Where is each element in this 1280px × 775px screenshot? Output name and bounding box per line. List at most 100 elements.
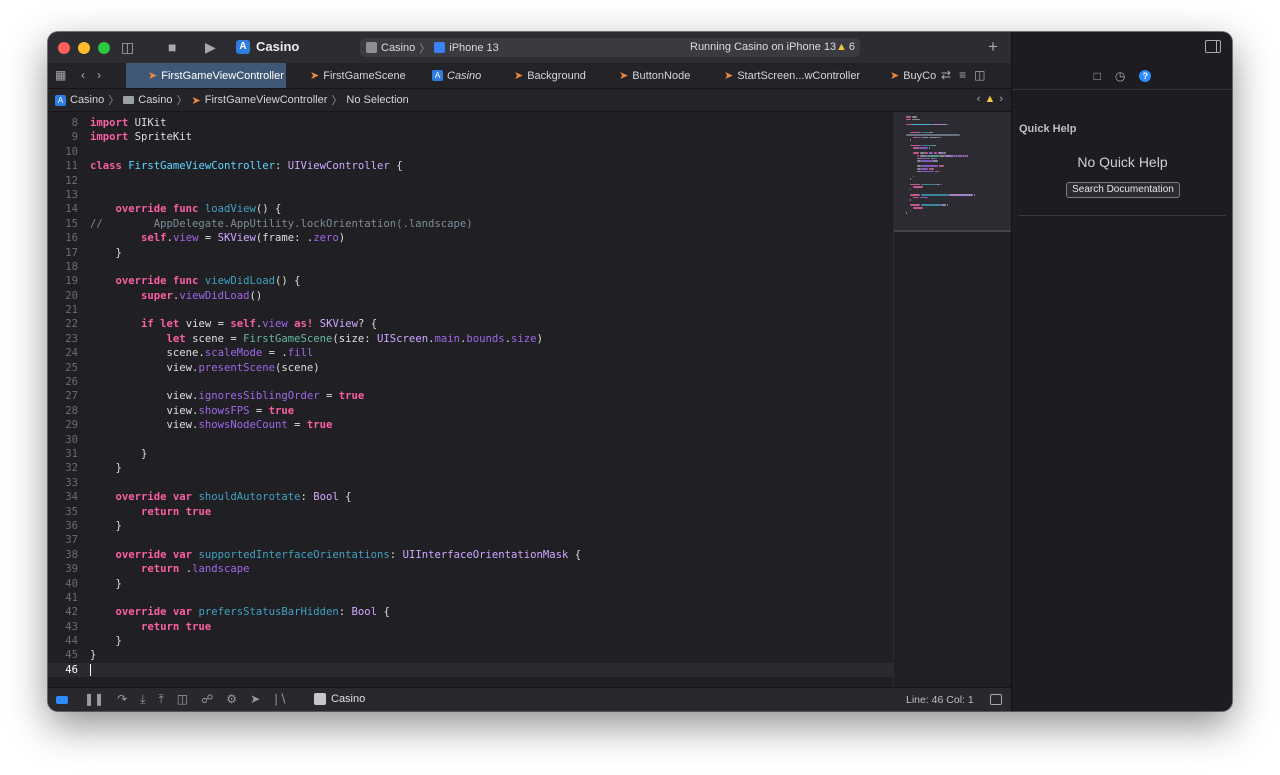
code-line[interactable]: 8 import UIKit [48, 116, 893, 130]
code-line[interactable]: 40 } [48, 577, 893, 591]
related-items-icon[interactable]: ⇄ [941, 68, 951, 82]
code-line[interactable]: 39 return .landscape [48, 562, 893, 576]
warning-icon[interactable]: ▲ [984, 93, 995, 105]
swift-file-icon: ➤ [310, 70, 320, 82]
breadcrumb-folder[interactable]: Casino [123, 94, 173, 106]
search-documentation-button[interactable]: Search Documentation [1066, 182, 1180, 198]
code-line[interactable]: 36 } [48, 519, 893, 533]
add-editor-icon[interactable]: ◫ [974, 68, 985, 82]
code-line[interactable]: 13 [48, 188, 893, 202]
code-line[interactable]: 42 override var prefersStatusBarHidden: … [48, 605, 893, 619]
code-line[interactable]: 18 [48, 260, 893, 274]
code-line[interactable]: 35 return true [48, 505, 893, 519]
code-line[interactable]: 25 view.presentScene(scene) [48, 361, 893, 375]
code-line[interactable]: 41 [48, 591, 893, 605]
breadcrumb-file[interactable]: ➤ FirstGameViewController [192, 94, 328, 107]
plus-icon[interactable]: + [988, 37, 998, 57]
tab-background[interactable]: ➤ Background [492, 63, 592, 88]
next-issue-icon[interactable]: › [999, 93, 1003, 105]
code-line[interactable]: 26 [48, 375, 893, 389]
code-line[interactable]: 20 super.viewDidLoad() [48, 289, 893, 303]
tab-buttonnode[interactable]: ➤ ButtonNode [597, 63, 697, 88]
editor-options-icon[interactable]: ≡ [959, 68, 966, 82]
location-icon[interactable]: ➤ [250, 692, 260, 707]
code-line[interactable]: 27 view.ignoresSiblingOrder = true [48, 389, 893, 403]
minimap-viewport[interactable] [894, 112, 1012, 232]
code-line[interactable]: 29 view.showsNodeCount = true [48, 418, 893, 432]
code-line[interactable]: 30 [48, 433, 893, 447]
step-into-icon[interactable]: ⤓ [140, 692, 145, 707]
breadcrumb-project[interactable]: A Casino [55, 94, 104, 106]
breadcrumb-selection[interactable]: No Selection [346, 94, 408, 106]
line-number: 41 [65, 591, 78, 604]
minimap[interactable] [893, 112, 1012, 687]
debug-target[interactable]: Casino [314, 693, 365, 705]
minimap-line [940, 165, 944, 167]
code-line[interactable]: 9 import SpriteKit [48, 130, 893, 144]
environment-icon[interactable]: ⚙ [226, 692, 237, 707]
warning-indicator[interactable]: ▲ 6 [836, 41, 855, 53]
inspector-toggle-icon[interactable] [1205, 40, 1221, 53]
code-line[interactable]: 43 return true [48, 620, 893, 634]
source-editor[interactable]: 8 import UIKit 9 import SpriteKit 10 11 class … [48, 112, 893, 687]
code-line[interactable]: 19 override func viewDidLoad() { [48, 274, 893, 288]
code-line[interactable]: 33 [48, 476, 893, 490]
code-line[interactable]: 31 } [48, 447, 893, 461]
code-line[interactable]: 14 override func loadView() { [48, 202, 893, 216]
zoom-window-button[interactable] [98, 42, 110, 54]
stop-icon[interactable]: ■ [168, 39, 176, 55]
back-icon[interactable]: ‹ [81, 68, 85, 82]
code-line[interactable]: 28 view.showsFPS = true [48, 404, 893, 418]
code-lines[interactable]: 8 import UIKit 9 import SpriteKit 10 11 class … [48, 116, 893, 678]
history-icon[interactable]: ◷ [1115, 69, 1125, 83]
instruments-icon[interactable]: ∣∖ [273, 692, 287, 707]
debug-toggle-icon[interactable] [56, 696, 68, 704]
view-debugger-icon[interactable]: ◫ [177, 692, 188, 707]
code-token: (size: [332, 332, 378, 345]
file-inspector-icon[interactable]: □ [1094, 69, 1101, 83]
code-line[interactable]: 37 [48, 533, 893, 547]
tab-startscreenviewcontroller[interactable]: ➤ StartScreen...wController [702, 63, 862, 88]
step-over-icon[interactable]: ↷ [117, 692, 127, 707]
run-icon[interactable]: ▶ [205, 39, 216, 55]
minimap-line [932, 144, 936, 147]
close-window-button[interactable] [58, 42, 70, 54]
quick-help-icon[interactable]: ? [1139, 70, 1152, 82]
code-line[interactable]: 15 // AppDelegate.AppUtility.lockOrientat… [48, 217, 893, 231]
code-line[interactable]: 21 [48, 303, 893, 317]
code-line[interactable]: 45} [48, 648, 893, 662]
code-line[interactable]: 11 class FirstGameViewController: UIViewC… [48, 159, 893, 173]
code-line[interactable]: 44 } [48, 634, 893, 648]
code-line[interactable]: 46 [48, 662, 893, 678]
forward-icon[interactable]: › [97, 68, 101, 82]
code-line[interactable]: 38 override var supportedInterfaceOrient… [48, 548, 893, 562]
code-line[interactable]: 10 [48, 145, 893, 159]
run-destination[interactable]: Casino 〉 iPhone 13 [360, 40, 499, 56]
grid-icon[interactable]: ▦ [55, 68, 66, 82]
memory-graph-icon[interactable]: ☍ [201, 692, 213, 707]
scheme-selector[interactable]: A Casino [236, 39, 299, 54]
code-token: scene. [90, 347, 205, 360]
tab-casino[interactable]: A Casino [410, 63, 488, 88]
code-line[interactable]: 34 override var shouldAutorotate: Bool { [48, 490, 893, 504]
code-line[interactable]: 32 } [48, 461, 893, 475]
tab-label: ButtonNode [632, 69, 691, 82]
sidebar-toggle-icon[interactable]: ◫ [121, 39, 134, 55]
pause-icon[interactable]: ❚❚ [84, 692, 104, 707]
minimize-window-button[interactable] [78, 42, 90, 54]
code-line[interactable]: 16 self.view = SKView(frame: .zero) [48, 231, 893, 245]
previous-issue-icon[interactable]: ‹ [977, 93, 981, 105]
code-line[interactable]: 17 } [48, 246, 893, 260]
console-panel-icon[interactable] [990, 694, 1002, 705]
code-line[interactable]: 24 scene.scaleMode = .fill [48, 346, 893, 360]
tab-buyco[interactable]: ➤ BuyCo [868, 63, 938, 88]
tab-firstgamescene[interactable]: ➤ FirstGameScene [288, 63, 408, 88]
code-line[interactable]: 22 if let view = self.view as! SKView? { [48, 317, 893, 331]
step-out-icon[interactable]: ⤒ [158, 692, 163, 707]
code-line[interactable]: 12 [48, 174, 893, 188]
code-line[interactable]: 23 let scene = FirstGameScene(size: UISc… [48, 332, 893, 346]
line-number: 42 [65, 606, 78, 619]
tab-firstgameviewcontroller[interactable]: ➤ FirstGameViewController [126, 63, 286, 88]
